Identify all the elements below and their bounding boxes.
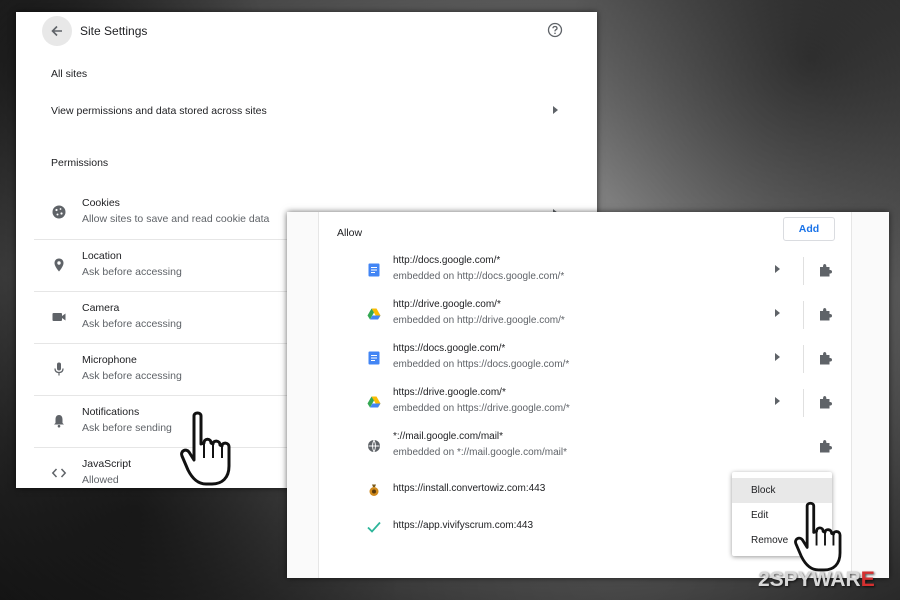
permissions-heading: Permissions [51, 157, 109, 169]
site-row[interactable]: https://docs.google.com/* embedded on ht… [319, 337, 851, 381]
location-pin-icon [54, 258, 64, 272]
google-drive-icon [367, 396, 381, 408]
site-embedded: embedded on https://docs.google.com/* [393, 359, 570, 370]
globe-icon [368, 439, 380, 453]
vivifyscrum-icon [367, 521, 381, 533]
code-icon [51, 468, 67, 478]
permission-status: Allowed [82, 474, 119, 486]
site-url: http://drive.google.com/* [393, 299, 501, 310]
header: Site Settings [16, 12, 597, 52]
site-row[interactable]: *://mail.google.com/mail* embedded on *:… [319, 425, 851, 469]
all-sites-heading: All sites [51, 68, 88, 80]
permission-label: Cookies [82, 197, 120, 209]
permission-label: Location [82, 250, 122, 262]
add-button[interactable]: Add [783, 217, 835, 241]
extension-icon[interactable] [817, 438, 833, 454]
bell-icon [54, 415, 64, 428]
site-embedded: embedded on https://drive.google.com/* [393, 403, 570, 414]
watermark-logo: 2SPYWARE [758, 568, 875, 591]
view-permissions-link[interactable]: View permissions and data stored across … [51, 105, 267, 117]
convertowiz-icon [369, 484, 379, 496]
extension-icon[interactable] [817, 262, 833, 278]
site-row[interactable]: https://drive.google.com/* embedded on h… [319, 381, 851, 425]
permission-label: JavaScript [82, 458, 132, 470]
chevron-right-icon [553, 106, 558, 114]
help-icon[interactable] [547, 22, 563, 38]
back-button[interactable] [42, 16, 72, 46]
google-docs-icon [368, 263, 380, 277]
site-url: https://app.vivifyscrum.com:443 [393, 520, 534, 531]
google-docs-icon [368, 351, 380, 365]
site-url: https://drive.google.com/* [393, 387, 506, 398]
site-embedded: embedded on http://docs.google.com/* [393, 271, 565, 282]
google-drive-icon [367, 308, 381, 320]
extension-icon[interactable] [817, 394, 833, 410]
divider [803, 257, 804, 285]
chevron-right-icon[interactable] [775, 353, 780, 361]
divider [803, 345, 804, 373]
left-margin [287, 212, 319, 578]
divider [803, 301, 804, 329]
site-url: https://docs.google.com/* [393, 343, 506, 354]
permission-status: Allow sites to save and read cookie data [82, 213, 270, 225]
site-row[interactable]: http://docs.google.com/* embedded on htt… [319, 249, 851, 293]
cookie-icon [52, 205, 66, 219]
hand-cursor-icon [180, 411, 231, 486]
camera-icon [52, 313, 66, 321]
page-title: Site Settings [80, 24, 148, 38]
permission-label: Notifications [82, 406, 140, 418]
permission-status: Ask before accessing [82, 370, 182, 382]
permission-status: Ask before sending [82, 422, 172, 434]
permission-label: Microphone [82, 354, 137, 366]
site-row[interactable]: http://drive.google.com/* embedded on ht… [319, 293, 851, 337]
chevron-right-icon[interactable] [775, 265, 780, 273]
microphone-icon [54, 362, 64, 376]
right-margin [851, 212, 889, 578]
chevron-right-icon[interactable] [775, 309, 780, 317]
extension-icon[interactable] [817, 306, 833, 322]
extension-icon[interactable] [817, 350, 833, 366]
chevron-right-icon[interactable] [775, 397, 780, 405]
permission-label: Camera [82, 302, 120, 314]
allow-heading: Allow [337, 227, 363, 239]
site-embedded: embedded on http://drive.google.com/* [393, 315, 565, 326]
permission-status: Ask before accessing [82, 318, 182, 330]
hand-cursor-icon [794, 501, 842, 572]
divider [803, 389, 804, 417]
site-url: *://mail.google.com/mail* [393, 431, 504, 442]
site-url: http://docs.google.com/* [393, 255, 501, 266]
permission-status: Ask before accessing [82, 266, 182, 278]
site-url: https://install.convertowiz.com:443 [393, 483, 546, 494]
site-embedded: embedded on *://mail.google.com/mail* [393, 447, 567, 458]
arrow-left-icon [51, 25, 62, 37]
